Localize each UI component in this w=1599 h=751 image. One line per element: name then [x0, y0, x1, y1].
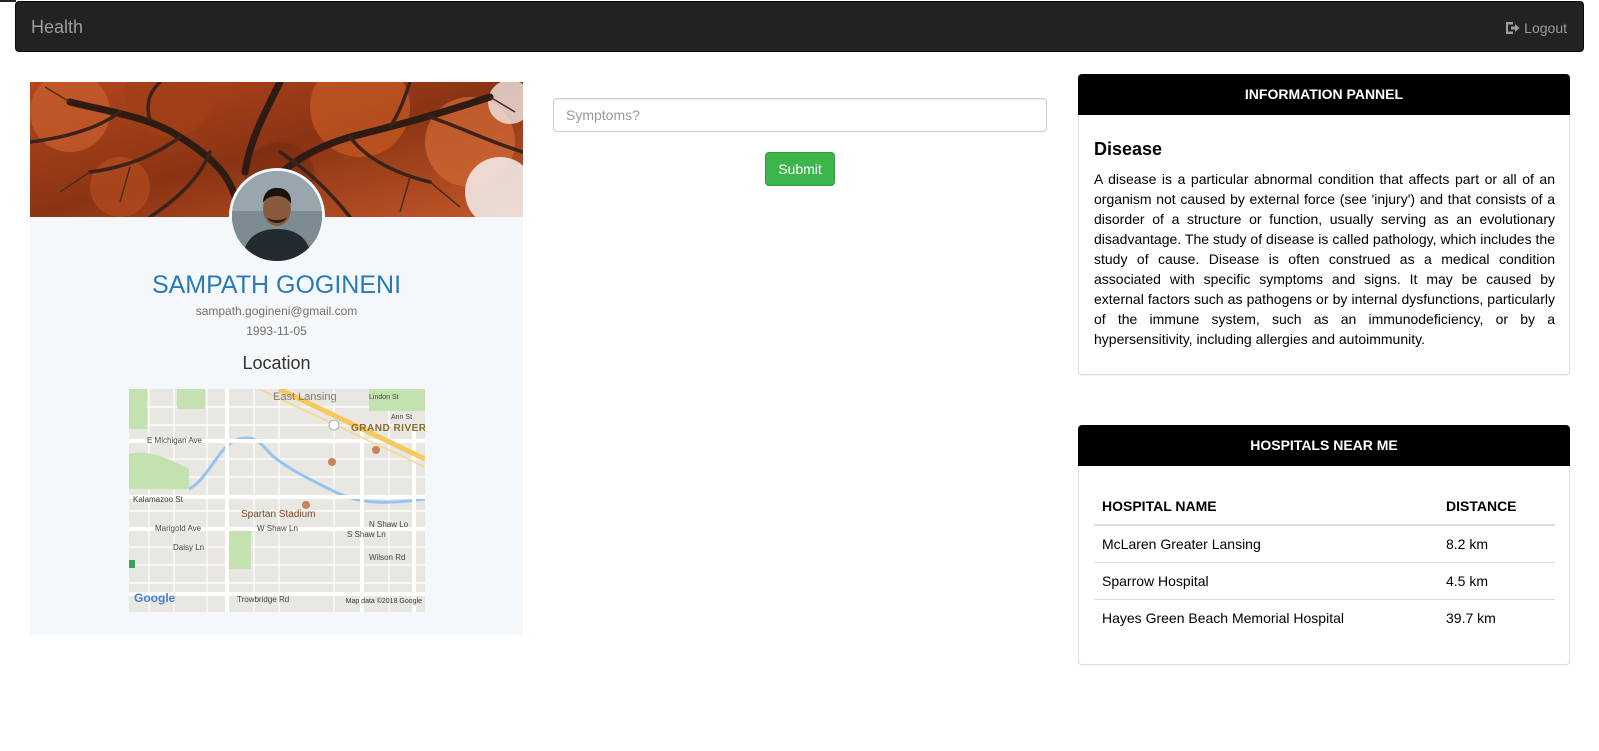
map-label-w-shaw: W Shaw Ln [257, 524, 298, 533]
profile-name: SAMPATH GOGINENI [151, 271, 402, 299]
symptoms-input[interactable] [553, 98, 1047, 132]
profile-dob: 1993-11-05 [246, 324, 307, 338]
map-label-east-lansing: East Lansing [273, 391, 337, 403]
top-navbar: Health Logout [15, 1, 1584, 52]
google-logo: Google [134, 591, 176, 605]
map-label-wilson: Wilson Rd [369, 553, 406, 562]
column-distance: DISTANCE [1438, 487, 1555, 526]
hospitals-panel: HOSPITALS NEAR ME HOSPITAL NAME DISTANCE… [1078, 425, 1570, 665]
sign-out-icon [1506, 22, 1520, 34]
disease-title: Disease [1094, 139, 1163, 159]
map-attribution: Map data ©2018 Google [345, 598, 422, 605]
logout-link[interactable]: Logout [1505, 19, 1567, 37]
location-map[interactable]: East Lansing Lindon St Ann St GRAND RIVE… [129, 389, 425, 612]
column-hospital-name: HOSPITAL NAME [1094, 487, 1438, 526]
map-label-grand-river: GRAND RIVER [351, 423, 425, 434]
information-panel-heading: INFORMATION PANNEL [1078, 74, 1570, 115]
map-label-marigold: Marigold Ave [155, 524, 202, 533]
hospitals-panel-heading: HOSPITALS NEAR ME [1078, 425, 1570, 466]
table-row: Hayes Green Beach Memorial Hospital 39.7… [1094, 598, 1555, 636]
hospital-name-cell: Hayes Green Beach Memorial Hospital [1094, 598, 1438, 636]
map-label-n-shaw: N Shaw Lo [369, 520, 409, 529]
location-heading: Location [242, 353, 311, 373]
avatar [229, 168, 325, 264]
brand-link[interactable]: Health [31, 17, 83, 37]
hospital-distance-cell: 4.5 km [1438, 561, 1555, 599]
information-panel: INFORMATION PANNEL Disease A disease is … [1078, 74, 1570, 375]
hospital-distance-cell: 39.7 km [1438, 598, 1555, 636]
disease-description: A disease is a particular abnormal condi… [1094, 171, 1555, 347]
hospitals-table: HOSPITAL NAME DISTANCE McLaren Greater L… [1094, 487, 1555, 636]
map-label-lindon: Lindon St [369, 394, 399, 401]
map-label-e-michigan: E Michigan Ave [147, 436, 202, 445]
map-label-spartan-stadium: Spartan Stadium [241, 509, 316, 520]
map-label-daisy: Daisy Ln [173, 543, 205, 552]
logout-label: Logout [1524, 20, 1567, 36]
hospital-distance-cell: 8.2 km [1446, 535, 1489, 552]
map-label-ann: Ann St [391, 414, 413, 421]
profile-email: sampath.gogineni@gmail.com [195, 304, 358, 318]
hospital-name-cell: McLaren Greater Lansing [1102, 535, 1261, 552]
navbar-corner [0, 0, 16, 2]
profile-card: SAMPATH GOGINENI sampath.gogineni@gmail.… [30, 82, 523, 635]
map-label-trowbridge: Trowbridge Rd [237, 595, 290, 604]
table-header-row: HOSPITAL NAME DISTANCE [1094, 487, 1555, 526]
hospital-name-cell: Sparrow Hospital [1094, 561, 1438, 599]
table-row: Sparrow Hospital 4.5 km [1094, 561, 1555, 599]
map-label-s-shaw: S Shaw Ln [347, 530, 386, 539]
map-label-kalamazoo: Kalamazoo St [133, 495, 183, 504]
table-row: McLaren Greater Lansing 8.2 km [1094, 525, 1555, 562]
submit-button[interactable]: Submit [765, 152, 835, 186]
